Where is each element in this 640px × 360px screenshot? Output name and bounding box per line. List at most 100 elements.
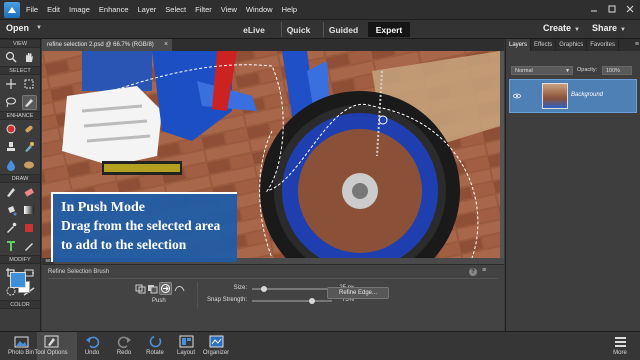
- menu-select[interactable]: Select: [165, 5, 186, 14]
- panel-menu-icon[interactable]: ≡: [635, 39, 639, 51]
- minimize-icon[interactable]: [588, 3, 600, 15]
- lasso-tool-icon[interactable]: [4, 95, 19, 110]
- menu-edit[interactable]: Edit: [47, 5, 60, 14]
- layer-thumbnail: [542, 83, 568, 109]
- brush-tool-icon[interactable]: [4, 185, 19, 200]
- shape-tool-icon[interactable]: [22, 221, 37, 236]
- refine-selection-brush-icon[interactable]: [21, 94, 37, 110]
- menu-window[interactable]: Window: [246, 5, 273, 14]
- close-icon[interactable]: ×: [164, 39, 168, 51]
- create-label: Create: [543, 23, 572, 33]
- layout-label: Layout: [176, 350, 195, 356]
- divider: [197, 282, 198, 308]
- organizer-button[interactable]: Organizer: [198, 334, 234, 356]
- zoom-tool-icon[interactable]: [4, 50, 19, 65]
- rotate-label: Rotate: [146, 350, 164, 356]
- menu-view[interactable]: View: [221, 5, 237, 14]
- snap-strength-slider[interactable]: [252, 298, 332, 304]
- tool-options-panel: Refine Selection Brush ? ≡ Push Size: 25…: [42, 264, 504, 331]
- tool-options-icon: [44, 335, 58, 348]
- opacity-field[interactable]: 100%: [602, 66, 632, 75]
- menu-layer[interactable]: Layer: [138, 5, 157, 14]
- organizer-label: Organizer: [202, 350, 230, 356]
- document-tab[interactable]: refine selection 2.psd @ 66.7% (RGB/8) ×: [42, 39, 172, 51]
- tab-effects[interactable]: Effects: [531, 39, 557, 51]
- blend-mode-value: Normal: [515, 68, 533, 74]
- foreground-color-swatch[interactable]: [10, 272, 26, 288]
- blend-mode-select[interactable]: Normal ▼: [511, 66, 573, 75]
- vertical-scrollbar[interactable]: [500, 51, 504, 258]
- caption-body: Drag from the selected area to add to th…: [61, 218, 221, 252]
- more-button[interactable]: More: [602, 334, 638, 356]
- open-button[interactable]: Open ▼: [6, 23, 42, 33]
- tab-guided[interactable]: Guided: [323, 22, 363, 37]
- sponge-tool-icon[interactable]: [22, 158, 37, 173]
- type-tool-icon[interactable]: [4, 239, 19, 254]
- tab-graphics[interactable]: Graphics: [556, 39, 588, 51]
- section-draw: DRAW: [0, 174, 40, 183]
- tool-options-button[interactable]: Tool Options: [33, 334, 69, 356]
- tutorial-caption: In Push Mode Drag from the selected area…: [51, 192, 237, 262]
- push-mode-icon[interactable]: [159, 282, 172, 295]
- eraser-tool-icon[interactable]: [22, 185, 37, 200]
- tab-elive[interactable]: eLive: [234, 22, 274, 37]
- eye-icon[interactable]: [513, 92, 521, 100]
- menu-enhance[interactable]: Enhance: [99, 5, 129, 14]
- move-tool-icon[interactable]: [4, 77, 19, 92]
- smooth-mode-icon[interactable]: [173, 282, 186, 295]
- organizer-icon: [209, 335, 223, 348]
- redo-icon: [117, 336, 131, 349]
- photoshop-elements-window: File Edit Image Enhance Layer Select Fil…: [0, 0, 640, 360]
- size-slider[interactable]: [252, 286, 332, 292]
- color-picker-icon[interactable]: [4, 221, 19, 236]
- layer-row-background[interactable]: Background: [509, 79, 637, 113]
- refine-edge-button[interactable]: Refine Edge...: [327, 287, 389, 299]
- open-label: Open: [6, 23, 30, 33]
- tab-quick[interactable]: Quick: [281, 22, 315, 37]
- help-icon[interactable]: ?: [469, 268, 477, 276]
- menu-image[interactable]: Image: [69, 5, 90, 14]
- tab-expert[interactable]: Expert: [368, 22, 410, 37]
- tool-options-title: Refine Selection Brush: [48, 269, 110, 275]
- more-icon: [614, 337, 626, 347]
- share-label: Share: [592, 23, 618, 33]
- document-tab-bar: refine selection 2.psd @ 66.7% (RGB/8) ×: [42, 39, 504, 51]
- chevron-down-icon: ▼: [36, 25, 42, 31]
- close-icon[interactable]: [624, 3, 636, 15]
- share-button[interactable]: Share ▼: [592, 23, 626, 33]
- opacity-label: Opacity:: [577, 67, 598, 73]
- maximize-icon[interactable]: [606, 3, 618, 15]
- tab-layers[interactable]: Layers: [506, 39, 532, 51]
- undo-button[interactable]: Undo: [74, 334, 110, 356]
- gradient-tool-icon[interactable]: [22, 203, 37, 218]
- panel-menu-icon[interactable]: ≡: [482, 267, 486, 274]
- tab-favorites[interactable]: Favorites: [587, 39, 619, 51]
- subtract-mode-icon[interactable]: [146, 282, 159, 295]
- create-button[interactable]: Create ▼: [543, 23, 580, 33]
- panel-tabs: Layers Effects Graphics Favorites ≡: [506, 39, 640, 51]
- blur-tool-icon[interactable]: [4, 158, 19, 173]
- window-controls: [588, 3, 636, 15]
- tool-options-label: Tool Options: [34, 350, 68, 356]
- undo-icon: [85, 336, 99, 349]
- spot-healing-icon[interactable]: [22, 122, 37, 137]
- menu-filter[interactable]: Filter: [195, 5, 212, 14]
- marquee-tool-icon[interactable]: [22, 77, 37, 92]
- hand-tool-icon[interactable]: [22, 50, 37, 65]
- menu-file[interactable]: File: [26, 5, 38, 14]
- snap-strength-slider-thumb[interactable]: [309, 298, 315, 304]
- layers-panel: Layers Effects Graphics Favorites ≡ Norm…: [505, 39, 640, 331]
- red-eye-tool-icon[interactable]: [4, 122, 19, 137]
- clone-stamp-icon[interactable]: [4, 140, 19, 155]
- size-label: Size:: [233, 285, 247, 291]
- menu-help[interactable]: Help: [282, 5, 297, 14]
- chevron-down-icon: ▼: [574, 27, 580, 33]
- pencil-tool-icon[interactable]: [22, 239, 37, 254]
- app-logo-icon: [4, 1, 20, 18]
- section-enhance: ENHANCE: [0, 111, 40, 120]
- paint-bucket-icon[interactable]: [4, 203, 19, 218]
- divider: [48, 278, 498, 279]
- size-slider-thumb[interactable]: [261, 286, 267, 292]
- smart-brush-icon[interactable]: [22, 140, 37, 155]
- section-color: COLOR: [0, 300, 40, 309]
